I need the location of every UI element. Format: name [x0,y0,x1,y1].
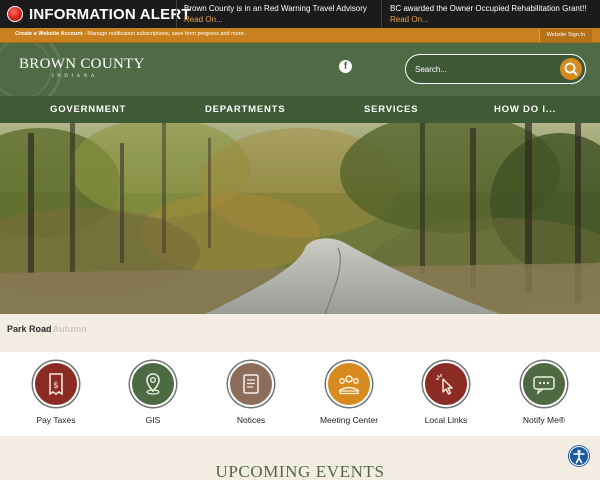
account-bar: Create a Website Account - Manage notifi… [0,28,600,43]
quick-link-label[interactable]: GIS [108,415,198,425]
quick-link-label[interactable]: Notify Me® [499,415,589,425]
map-pin-icon[interactable] [130,361,176,407]
quick-link-notify-me[interactable]: Notify Me® [499,361,589,425]
quick-links: $ Pay Taxes GIS Notices Meeting Center L… [0,352,600,436]
alert-label: INFORMATION ALERT [29,5,191,23]
quick-link-label[interactable]: Notices [206,415,296,425]
quick-link-label[interactable]: Meeting Center [304,415,394,425]
read-on-link[interactable]: Read On... [390,14,587,25]
search-button[interactable] [560,58,582,80]
main-nav: GOVERNMENT DEPARTMENTS SERVICES HOW DO I… [0,96,600,123]
site-header: BROWN COUNTY INDIANA f [0,43,600,96]
quick-link-label[interactable]: Local Links [401,415,491,425]
hero-caption-bar [0,314,600,354]
hero-caption: Park Road [7,324,52,334]
divider [176,0,177,28]
search-box [405,54,586,84]
read-on-link[interactable]: Read On... [184,14,367,25]
hero-image [0,123,600,314]
quick-link-notices[interactable]: Notices [206,361,296,425]
account-bar-text: Create a Website Account - Manage notifi… [15,31,245,37]
site-logo[interactable]: BROWN COUNTY [19,56,145,73]
divider [381,0,382,28]
sign-in-button[interactable]: Website Sign In [538,29,592,42]
site-logo-subtitle: INDIANA [52,74,98,79]
alert-item-text[interactable]: BC awarded the Owner Occupied Rehabilita… [390,4,587,13]
create-account-link[interactable]: Create a Website Account [15,31,83,37]
alert-icon [7,6,23,22]
nav-item-departments[interactable]: DEPARTMENTS [205,96,285,123]
alert-item[interactable]: BC awarded the Owner Occupied Rehabilita… [390,3,587,25]
forest-road-photo [0,123,600,314]
quick-link-label[interactable]: Pay Taxes [11,415,101,425]
section-title: UPCOMING EVENTS [215,462,385,480]
cursor-click-icon[interactable] [423,361,469,407]
svg-text:$: $ [53,381,59,391]
search-input[interactable] [415,62,555,76]
account-bar-description: - Manage notification subscriptions, sav… [82,31,246,37]
nav-item-government[interactable]: GOVERNMENT [50,96,126,123]
quick-link-local-links[interactable]: Local Links [401,361,491,425]
nav-item-services[interactable]: SERVICES [364,96,418,123]
alert-bar: INFORMATION ALERT Brown County is in an … [0,0,600,28]
chat-icon[interactable] [521,361,567,407]
quick-link-meeting-center[interactable]: Meeting Center [304,361,394,425]
receipt-dollar-icon[interactable]: $ [33,361,79,407]
document-icon[interactable] [228,361,274,407]
search-icon [564,62,578,76]
alert-title[interactable]: INFORMATION ALERT [0,0,191,28]
alert-item[interactable]: Brown County is in an Red Warning Travel… [184,3,367,25]
nav-item-how-do-i[interactable]: HOW DO I... [494,96,556,123]
quick-link-gis[interactable]: GIS [108,361,198,425]
alert-item-text[interactable]: Brown County is in an Red Warning Travel… [184,4,367,13]
accessibility-icon[interactable] [569,446,589,466]
quick-link-pay-taxes[interactable]: $ Pay Taxes [11,361,101,425]
facebook-icon[interactable]: f [339,60,352,73]
meeting-icon[interactable] [326,361,372,407]
